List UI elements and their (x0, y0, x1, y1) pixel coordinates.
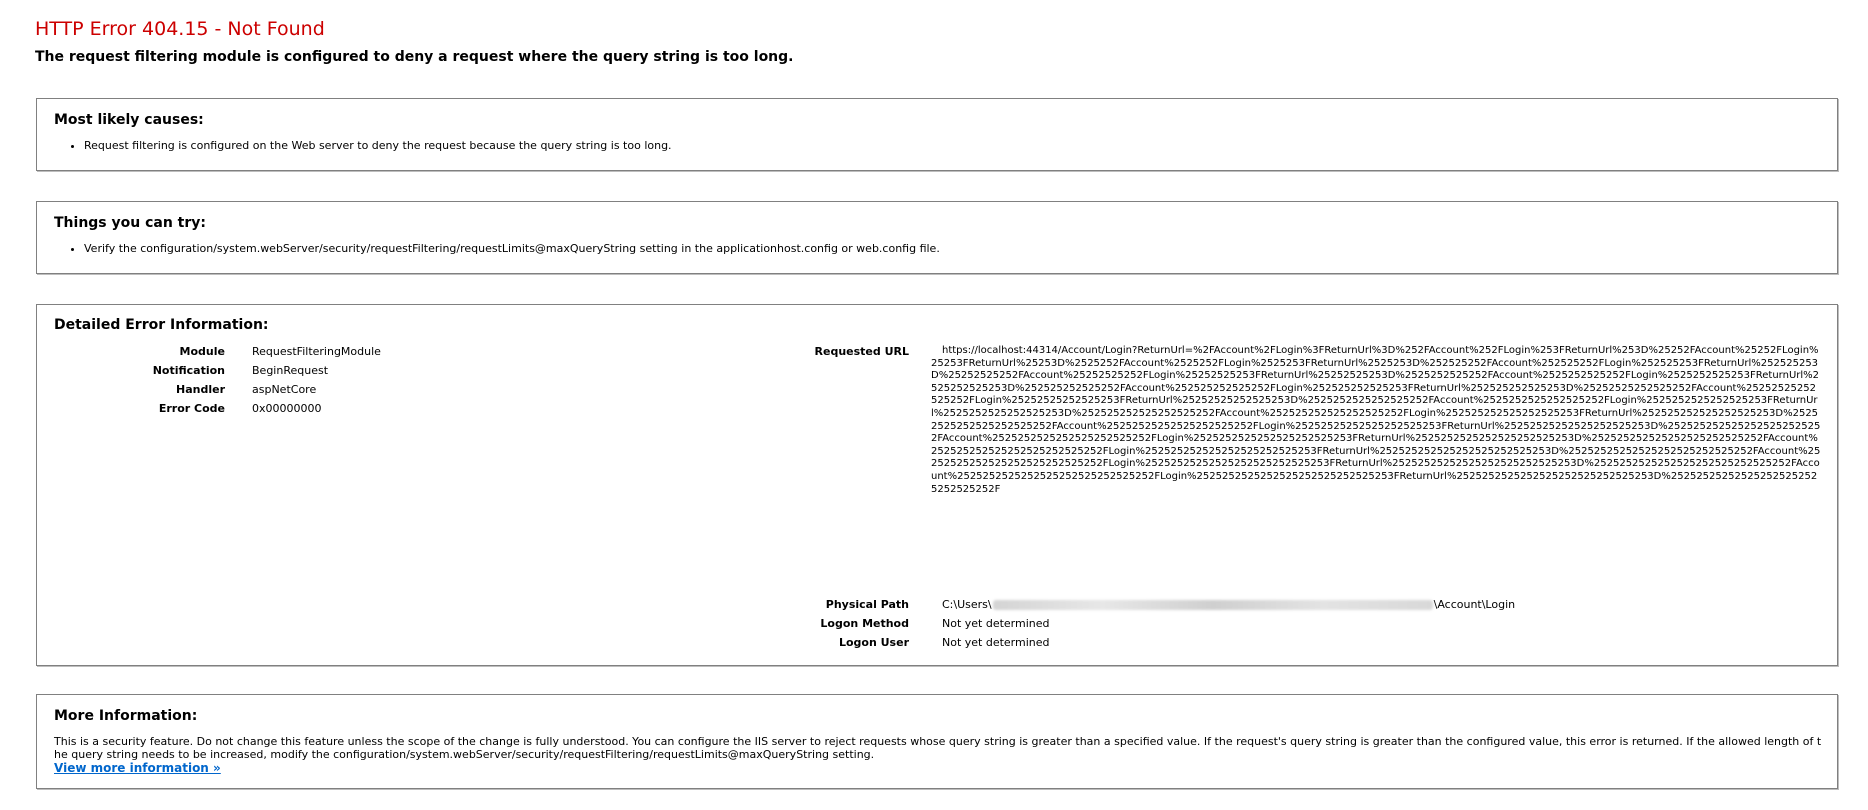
error-code-value: 0x00000000 (252, 402, 322, 415)
requested-url-value: https://localhost:44314/Account/Login?Re… (931, 345, 1821, 496)
list-item: Verify the configuration/system.webServe… (84, 242, 940, 255)
logon-method-value: Not yet determined (942, 617, 1050, 630)
redacted-path-blur (992, 600, 1433, 610)
error-title: HTTP Error 404.15 - Not Found (35, 18, 325, 40)
requested-url-label: Requested URL (814, 345, 909, 358)
requested-url-text: https://localhost:44314/Account/Login?Re… (931, 345, 1821, 495)
module-value: RequestFilteringModule (252, 345, 381, 358)
path-suffix: \Account\Login (1433, 598, 1516, 611)
error-code-label: Error Code (158, 402, 225, 415)
most-likely-causes-section: Most likely causes: Request filtering is… (36, 98, 1838, 171)
notification-label: Notification (152, 364, 225, 377)
logon-user-label: Logon User (838, 636, 909, 649)
path-prefix: C:\Users\ (942, 598, 992, 611)
section-heading: Things you can try: (54, 215, 207, 231)
logon-user-value: Not yet determined (942, 636, 1050, 649)
more-information-text: This is a security feature. Do not chang… (54, 735, 1822, 761)
try-list: Verify the configuration/system.webServe… (54, 242, 940, 255)
physical-path-value: C:\Users\ \Account\Login (942, 598, 1515, 611)
list-item: Request filtering is configured on the W… (84, 139, 672, 152)
handler-label: Handler (176, 383, 225, 396)
section-heading: More Information: (54, 708, 198, 724)
things-to-try-section: Things you can try: Verify the configura… (36, 201, 1838, 274)
section-heading: Most likely causes: (54, 112, 204, 128)
physical-path-label: Physical Path (825, 598, 909, 611)
module-label: Module (179, 345, 225, 358)
causes-list: Request filtering is configured on the W… (54, 139, 672, 152)
detailed-error-section: Detailed Error Information: Module Reque… (36, 304, 1838, 666)
view-more-information-link[interactable]: View more information » (54, 761, 221, 775)
handler-value: aspNetCore (252, 383, 317, 396)
more-information-section: More Information: This is a security fea… (36, 694, 1838, 789)
logon-method-label: Logon Method (820, 617, 909, 630)
section-heading: Detailed Error Information: (54, 317, 269, 333)
error-summary: The request filtering module is configur… (35, 49, 794, 65)
notification-value: BeginRequest (252, 364, 329, 377)
